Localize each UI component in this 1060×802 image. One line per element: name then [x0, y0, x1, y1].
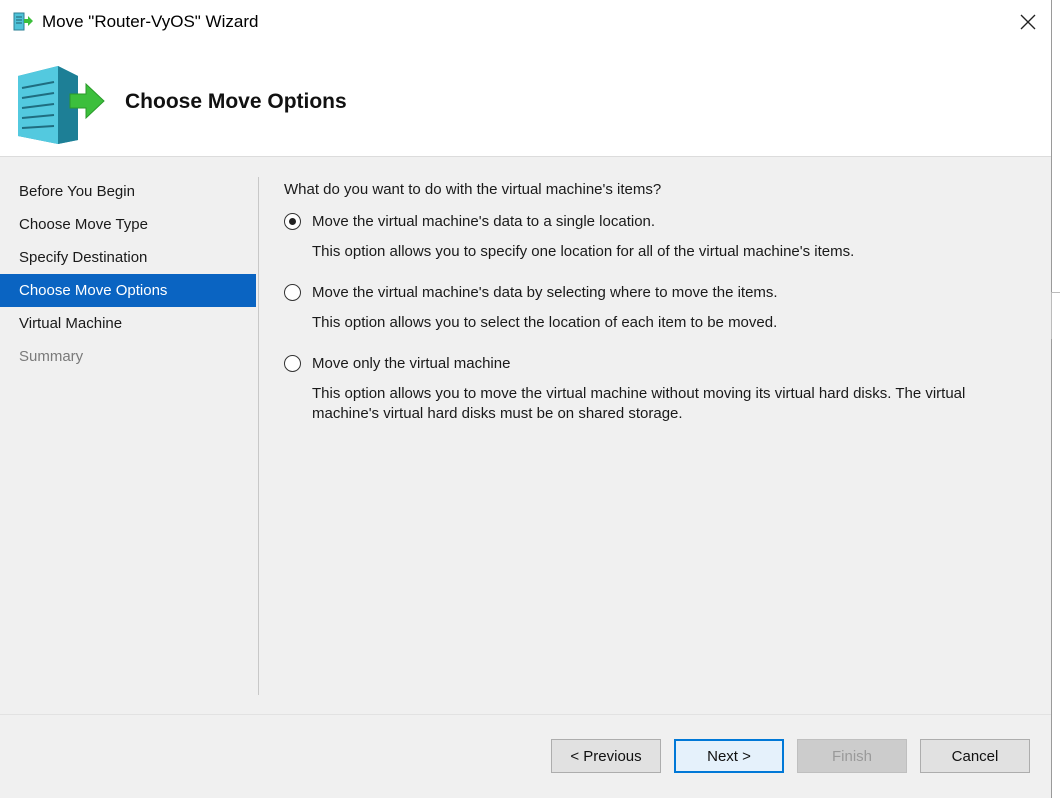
wizard-body: Before You Begin Choose Move Type Specif…: [0, 157, 1051, 714]
radio-select-items[interactable]: [284, 284, 301, 301]
radio-single-location[interactable]: [284, 213, 301, 230]
close-button[interactable]: [1005, 0, 1051, 44]
window-title: Move "Router-VyOS" Wizard: [42, 12, 259, 31]
option-select-items[interactable]: Move the virtual machine's data by selec…: [284, 284, 1034, 333]
previous-button[interactable]: < Previous: [551, 739, 661, 773]
radio-selected-dot: [289, 218, 296, 225]
nav-item-before-you-begin[interactable]: Before You Begin: [0, 175, 256, 208]
nav-item-virtual-machine[interactable]: Virtual Machine: [0, 307, 256, 340]
option-description: This option allows you to specify one lo…: [312, 243, 855, 260]
option-description: This option allows you to select the loc…: [312, 314, 778, 331]
wizard-app-icon: [13, 12, 33, 31]
option-label[interactable]: Move the virtual machine's data by selec…: [312, 284, 1034, 302]
close-icon: [1020, 14, 1036, 30]
next-button[interactable]: Next >: [674, 739, 784, 773]
wizard-header: Choose Move Options: [0, 44, 1051, 157]
title-bar: Move "Router-VyOS" Wizard: [0, 0, 1051, 44]
vertical-divider: [258, 177, 259, 695]
option-single-location[interactable]: Move the virtual machine's data to a sin…: [284, 213, 1034, 262]
button-bar: < Previous Next > Finish Cancel: [0, 714, 1051, 798]
server-move-icon: [18, 66, 105, 144]
nav-item-specify-destination[interactable]: Specify Destination: [0, 241, 256, 274]
step-navigation: Before You Begin Choose Move Type Specif…: [0, 175, 256, 373]
options-panel: What do you want to do with the virtual …: [284, 181, 1034, 424]
question-text: What do you want to do with the virtual …: [284, 181, 662, 198]
option-description: This option allows you to move the virtu…: [312, 385, 966, 422]
nav-item-choose-move-type[interactable]: Choose Move Type: [0, 208, 256, 241]
option-vm-only[interactable]: Move only the virtual machine This optio…: [284, 355, 1034, 424]
wizard-window: Move "Router-VyOS" Wizard Choose Move Op…: [0, 0, 1052, 798]
nav-item-summary: Summary: [19, 348, 84, 365]
option-label[interactable]: Move only the virtual machine: [312, 355, 1034, 373]
background-window-edge: [1051, 292, 1060, 339]
finish-button: Finish: [797, 739, 907, 773]
page-title: Choose Move Options: [125, 90, 347, 113]
nav-item-choose-move-options[interactable]: Choose Move Options: [0, 274, 256, 307]
cancel-button[interactable]: Cancel: [920, 739, 1030, 773]
option-label[interactable]: Move the virtual machine's data to a sin…: [312, 213, 1034, 231]
radio-vm-only[interactable]: [284, 355, 301, 372]
